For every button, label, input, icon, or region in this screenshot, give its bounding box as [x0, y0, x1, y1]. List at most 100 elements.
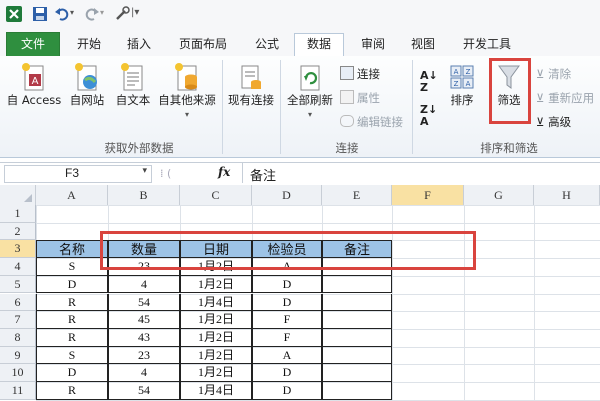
table-cell[interactable]: [322, 382, 392, 400]
table-cell[interactable]: 54: [108, 293, 180, 312]
row-header-11[interactable]: 11: [0, 382, 36, 400]
table-cell[interactable]: 1月4日: [180, 382, 252, 400]
table-cell[interactable]: D: [252, 364, 322, 382]
column-header-d[interactable]: D: [252, 185, 322, 205]
table-header-cell[interactable]: 名称: [36, 240, 108, 259]
properties-button[interactable]: 属性: [340, 90, 380, 106]
reapply-button[interactable]: ⊻ 重新应用: [536, 90, 594, 106]
table-cell[interactable]: R: [36, 382, 108, 400]
from-web-label: 自网站: [69, 93, 105, 107]
table-cell[interactable]: 4: [108, 275, 180, 294]
table-cell[interactable]: D: [252, 293, 322, 312]
table-cell[interactable]: 1月2日: [180, 328, 252, 347]
tab-developer[interactable]: 开发工具: [452, 34, 522, 56]
table-cell[interactable]: [322, 346, 392, 365]
table-cell[interactable]: S: [36, 346, 108, 365]
worksheet-grid: 1 2 3 4 5 6 7 8 9 10 11 名称 数量 日期 检验员 备注 S 23 1月2日 A D 4 1月2日 D R…: [0, 205, 600, 401]
table-cell[interactable]: F: [252, 311, 322, 329]
group-separator: [412, 60, 413, 154]
redo-icon[interactable]: [84, 6, 100, 22]
column-header-g[interactable]: G: [464, 185, 534, 205]
row-header-2[interactable]: 2: [0, 222, 36, 241]
refresh-all-button[interactable]: 全部刷新 ▾: [284, 62, 336, 119]
table-cell[interactable]: 54: [108, 382, 180, 400]
table-cell[interactable]: D: [36, 275, 108, 294]
tab-page-layout[interactable]: 页面布局: [168, 34, 238, 56]
from-text-button[interactable]: 自文本: [110, 62, 156, 108]
tools-icon[interactable]: [114, 6, 130, 22]
existing-connections-button[interactable]: 现有连接: [224, 62, 278, 108]
sort-button[interactable]: A Z Z A 排序: [444, 62, 480, 108]
properties-icon: [340, 90, 354, 104]
table-cell[interactable]: 1月2日: [180, 275, 252, 294]
table-cell[interactable]: [322, 364, 392, 382]
column-header-b[interactable]: B: [108, 185, 180, 205]
edit-links-button[interactable]: 编辑链接: [340, 114, 403, 130]
row-header-3[interactable]: 3: [0, 240, 36, 259]
table-cell[interactable]: R: [36, 311, 108, 329]
table-cell[interactable]: D: [36, 364, 108, 382]
from-access-button[interactable]: A 自 Access: [4, 62, 64, 108]
tab-file[interactable]: 文件: [6, 32, 60, 58]
column-header-c[interactable]: C: [180, 185, 252, 205]
tab-home[interactable]: 开始: [66, 34, 112, 56]
table-cell[interactable]: [322, 311, 392, 329]
save-icon[interactable]: [32, 6, 48, 22]
table-cell[interactable]: R: [36, 293, 108, 312]
row-header-7[interactable]: 7: [0, 311, 36, 329]
column-header-h[interactable]: H: [534, 185, 600, 205]
table-cell[interactable]: 1月2日: [180, 364, 252, 382]
tab-formulas[interactable]: 公式: [244, 34, 290, 56]
table-cell[interactable]: 45: [108, 311, 180, 329]
table-cell[interactable]: 1月4日: [180, 293, 252, 312]
table-cell[interactable]: 4: [108, 364, 180, 382]
table-cell[interactable]: 23: [108, 346, 180, 365]
from-access-label: 自 Access: [6, 93, 62, 107]
customize-qat-icon[interactable]: |▾: [131, 7, 139, 18]
table-cell[interactable]: [322, 293, 392, 312]
table-cell[interactable]: R: [36, 328, 108, 347]
select-all-corner[interactable]: [0, 185, 36, 205]
table-cell[interactable]: 1月2日: [180, 311, 252, 329]
table-cell[interactable]: 1月2日: [180, 346, 252, 365]
table-cell[interactable]: 43: [108, 328, 180, 347]
formula-divider-icon: ⁞ (: [160, 167, 172, 180]
tab-data[interactable]: 数据: [294, 33, 344, 58]
name-box[interactable]: F3 ▾: [4, 165, 152, 183]
row-header-5[interactable]: 5: [0, 275, 36, 294]
sort-descending-button[interactable]: Z↓ A: [420, 104, 437, 128]
table-cell[interactable]: [322, 328, 392, 347]
column-header-f[interactable]: F: [392, 185, 464, 205]
row-header-8[interactable]: 8: [0, 328, 36, 347]
tab-view[interactable]: 视图: [400, 34, 446, 56]
column-header-a[interactable]: A: [36, 185, 108, 205]
undo-icon[interactable]: [54, 6, 70, 22]
table-cell[interactable]: D: [252, 275, 322, 294]
reapply-icon: ⊻: [536, 91, 549, 105]
redo-dropdown-icon[interactable]: ▾: [100, 8, 104, 17]
insert-function-icon[interactable]: fx: [218, 165, 230, 179]
tab-insert[interactable]: 插入: [116, 34, 162, 56]
clear-filter-button[interactable]: ⊻ 清除: [536, 66, 571, 82]
undo-dropdown-icon[interactable]: ▾: [70, 8, 74, 17]
group-label-external-data: 获取外部数据: [104, 141, 174, 155]
from-other-sources-button[interactable]: 自其他来源 ▾: [156, 62, 218, 119]
formula-content[interactable]: 备注: [250, 165, 276, 184]
table-cell[interactable]: F: [252, 328, 322, 347]
advanced-filter-button[interactable]: ⊻ 高级: [536, 114, 571, 130]
from-web-button[interactable]: 自网站: [64, 62, 110, 108]
row-header-6[interactable]: 6: [0, 293, 36, 312]
row-header-9[interactable]: 9: [0, 346, 36, 365]
row-header-10[interactable]: 10: [0, 364, 36, 382]
table-cell[interactable]: A: [252, 346, 322, 365]
table-cell[interactable]: [322, 275, 392, 294]
table-cell[interactable]: D: [252, 382, 322, 400]
sort-ascending-button[interactable]: A↓ Z: [420, 70, 438, 94]
tab-review[interactable]: 审阅: [350, 34, 396, 56]
row-header-4[interactable]: 4: [0, 258, 36, 276]
row-header-1[interactable]: 1: [0, 205, 36, 223]
connections-button[interactable]: 连接: [340, 66, 380, 82]
column-header-e[interactable]: E: [322, 185, 392, 205]
table-cell[interactable]: S: [36, 258, 108, 276]
name-box-dropdown-icon[interactable]: ▾: [142, 166, 147, 176]
